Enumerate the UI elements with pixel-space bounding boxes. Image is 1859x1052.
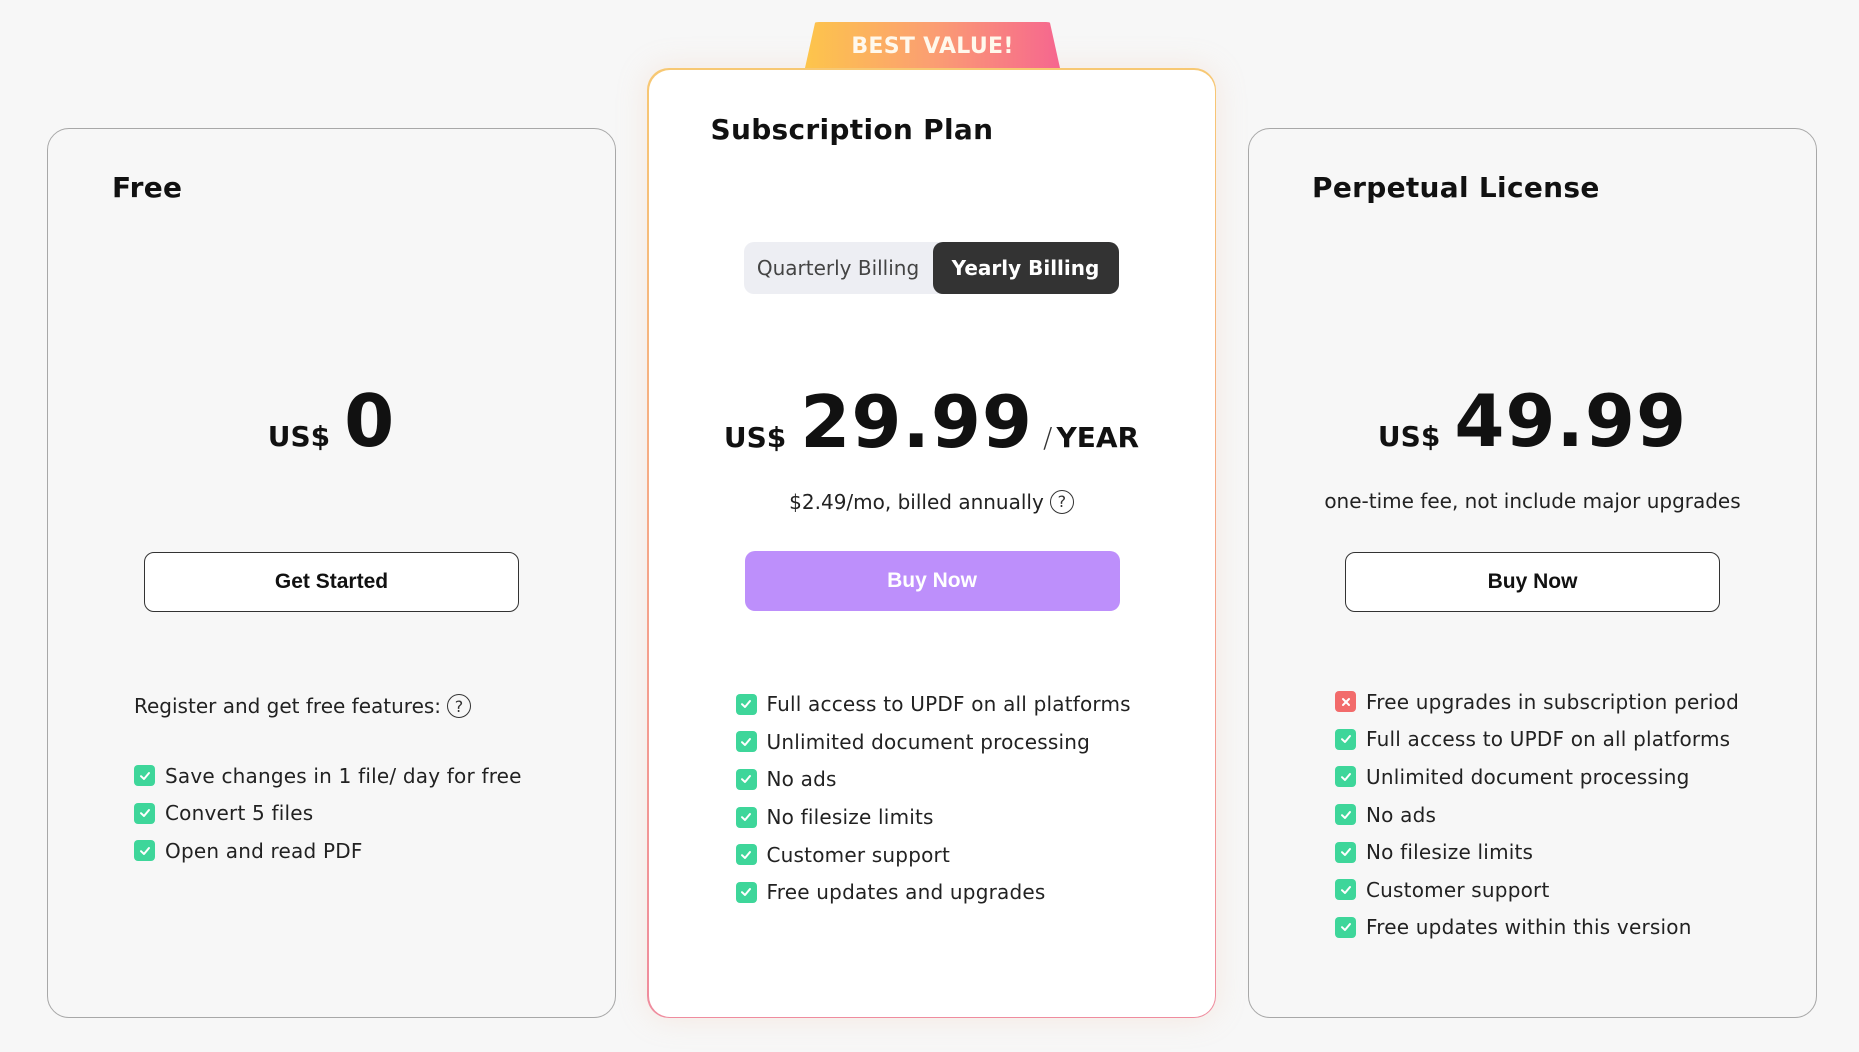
plan-title: Perpetual License [1312, 171, 1600, 204]
period-label: YEAR [1056, 420, 1140, 454]
check-icon [735, 844, 757, 866]
feature-list: Full access to UPDF on all platforms Unli… [735, 686, 1131, 912]
feature-text: No ads [766, 767, 837, 792]
feature-text: No filesize limits [766, 805, 934, 830]
period-slash: / [1043, 420, 1053, 454]
check-icon [735, 881, 757, 903]
feature-item: No ads [735, 761, 1131, 799]
check-icon [1335, 916, 1356, 938]
quarterly-billing-option[interactable]: Quarterly Billing [744, 242, 933, 294]
check-icon [735, 806, 757, 828]
plan-card-perpetual: Perpetual License US$ 49.99 one-time fee… [1248, 128, 1817, 1018]
plan-price: US$ 0 [48, 379, 615, 463]
feature-item: Customer support [735, 836, 1131, 874]
check-icon [134, 840, 155, 862]
currency-label: US$ [267, 420, 331, 453]
feature-text: Full access to UPDF on all platforms [766, 692, 1131, 717]
feature-list: Free upgrades in subscription period Full… [1335, 683, 1739, 946]
feature-item: Unlimited document processing [1335, 758, 1739, 796]
billing-toggle: Quarterly Billing Yearly Billing [743, 241, 1119, 294]
currency-label: US$ [723, 420, 787, 454]
help-icon[interactable]: ? [1049, 489, 1074, 514]
check-icon [134, 802, 155, 824]
check-icon [1335, 804, 1356, 826]
plan-price: US$ 49.99 [1249, 379, 1816, 463]
plan-card-free: Free US$ 0 Get Started Register and get … [47, 128, 616, 1018]
feature-item: Save changes in 1 file/ day for free [134, 757, 522, 795]
price-amount: 49.99 [1454, 379, 1688, 463]
price-amount: 0 [344, 379, 396, 463]
check-icon [1335, 879, 1356, 901]
feature-list: Save changes in 1 file/ day for free Conv… [134, 757, 522, 870]
help-icon[interactable]: ? [447, 694, 472, 718]
billing-note-text: $2.49/mo, billed annually [789, 489, 1044, 514]
feature-text: Open and read PDF [165, 838, 363, 863]
check-icon [1335, 766, 1356, 788]
buy-now-button[interactable]: Buy Now [744, 550, 1120, 611]
currency-label: US$ [1377, 420, 1441, 453]
feature-text: Customer support [766, 842, 950, 867]
billing-note: $2.49/mo, billed annually ? [649, 489, 1215, 514]
feature-text: Full access to UPDF on all platforms [1366, 727, 1731, 752]
best-value-badge: BEST VALUE! [805, 22, 1060, 68]
feature-item: Free updates within this version [1335, 909, 1739, 947]
plan-title: Subscription Plan [710, 112, 994, 146]
feature-item: No filesize limits [735, 798, 1131, 836]
cross-icon [1335, 691, 1356, 713]
feature-item: Customer support [1335, 871, 1739, 909]
feature-item: No filesize limits [1335, 833, 1739, 871]
feature-text: Free updates within this version [1366, 915, 1692, 940]
feature-item: Free upgrades in subscription period [1335, 683, 1739, 721]
feature-item: Full access to UPDF on all platforms [735, 686, 1131, 724]
features-heading: Register and get free features: ? [134, 694, 472, 718]
check-icon [1335, 728, 1356, 750]
check-icon [735, 731, 757, 753]
feature-text: No ads [1366, 802, 1437, 827]
feature-text: Free upgrades in subscription period [1366, 689, 1739, 714]
check-icon [1335, 841, 1356, 863]
get-started-button[interactable]: Get Started [144, 552, 519, 612]
feature-text: Unlimited document processing [1366, 764, 1690, 789]
feature-text: Customer support [1366, 877, 1550, 902]
buy-now-button[interactable]: Buy Now [1345, 552, 1720, 612]
feature-item: Unlimited document processing [735, 723, 1131, 761]
check-icon [134, 765, 155, 787]
features-heading-text: Register and get free features: [134, 694, 442, 718]
feature-item: Free updates and upgrades [735, 873, 1131, 911]
price-period: / YEAR [1043, 421, 1139, 454]
check-icon [735, 768, 757, 790]
license-note: one-time fee, not include major upgrades [1324, 489, 1741, 513]
feature-item: Open and read PDF [134, 832, 522, 870]
price-amount: 29.99 [800, 379, 1034, 464]
plan-card-subscription: Subscription Plan Quarterly Billing Year… [647, 68, 1216, 1018]
feature-item: No ads [1335, 796, 1739, 834]
feature-text: Unlimited document processing [766, 729, 1091, 754]
yearly-billing-option[interactable]: Yearly Billing [932, 241, 1119, 294]
plan-price: US$ 29.99 /YEAR [649, 380, 1215, 464]
feature-item: Full access to UPDF on all platforms [1335, 721, 1739, 759]
check-icon [735, 693, 757, 715]
feature-item: Convert 5 files [134, 795, 522, 833]
feature-text: Save changes in 1 file/ day for free [165, 763, 522, 788]
feature-text: No filesize limits [1366, 840, 1534, 865]
feature-text: Convert 5 files [165, 801, 314, 826]
feature-text: Free updates and upgrades [766, 880, 1046, 905]
plan-title: Free [112, 171, 183, 204]
